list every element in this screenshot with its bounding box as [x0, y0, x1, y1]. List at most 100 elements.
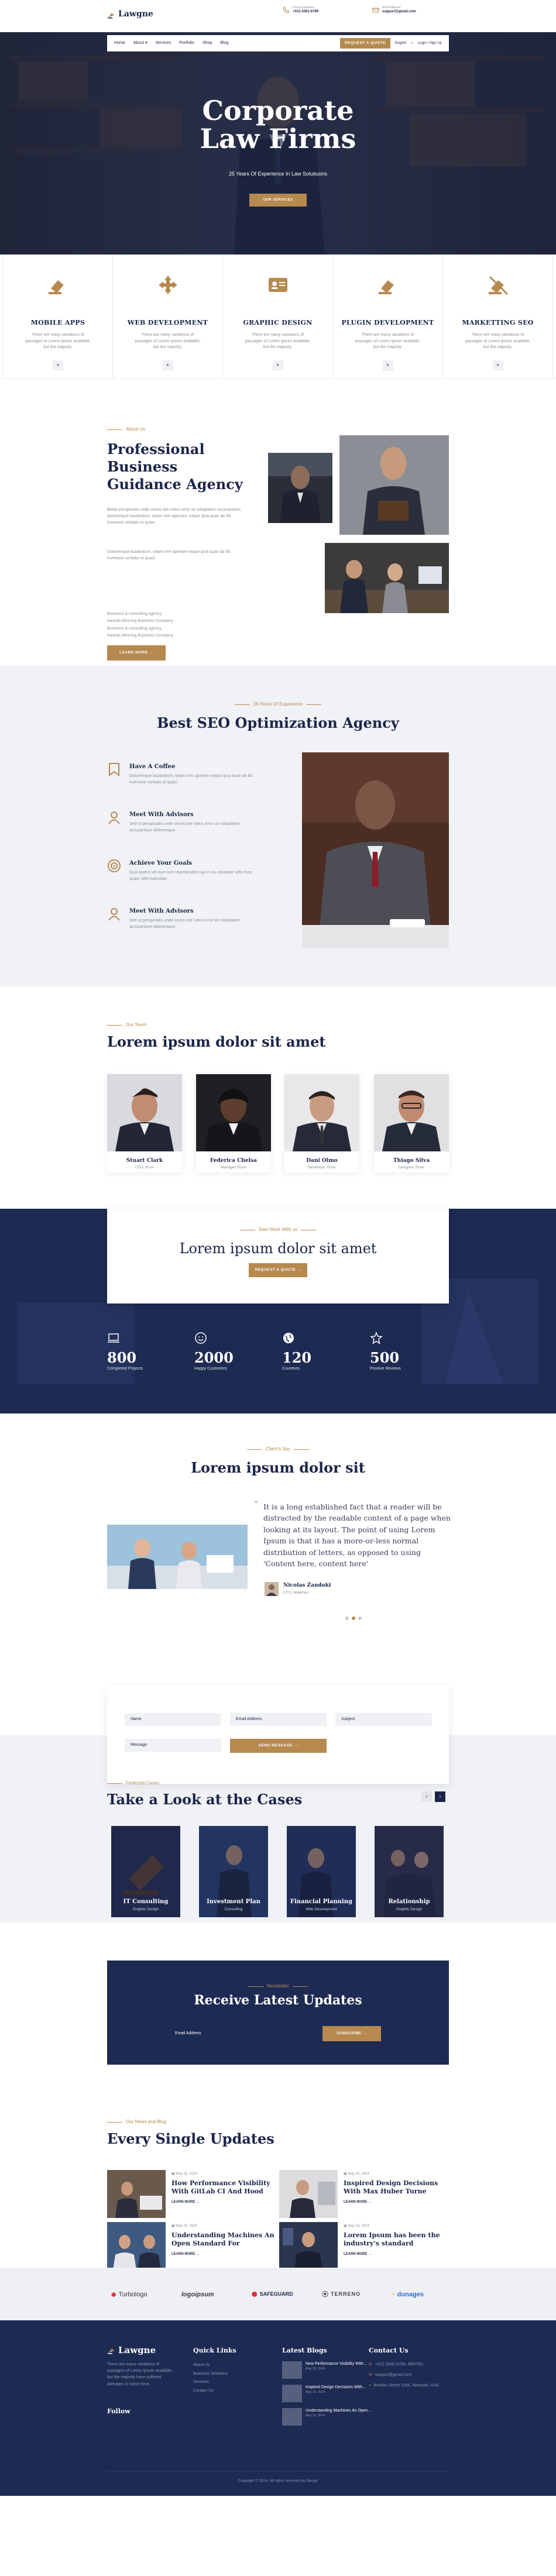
hero-title: Corporate Law Firms	[0, 97, 556, 153]
stat-item: 2000 Happy Customers	[194, 1332, 276, 1373]
team-member-card[interactable]: Federica Chelsa Manager, Rizer	[196, 1074, 271, 1172]
service-text: There are many variations of passages of…	[25, 333, 91, 349]
cta-quote-button[interactable]: REQUEST A QUOTE →	[249, 1263, 307, 1277]
site-logo[interactable]: Lawgne	[107, 8, 153, 20]
plus-icon[interactable]: +	[53, 360, 63, 371]
footer-link[interactable]: About Us	[193, 2361, 228, 2370]
our-services-button[interactable]: OUR SERVICES	[249, 194, 307, 207]
post-title[interactable]: How Performance Visibility With GitLab C…	[171, 2179, 277, 2196]
contact-phone-text[interactable]: +012 (345) 6789, 4587951	[375, 2361, 424, 2368]
subject-input[interactable]: Subject	[335, 1713, 432, 1726]
partner-name: TERRENO	[331, 2291, 361, 2298]
login-link[interactable]: Login / Sign Up	[418, 41, 442, 46]
site-footer: Lawgne There are many variations of pass…	[0, 2320, 556, 2496]
cases-eyebrow-text: Featured Cases	[126, 1780, 159, 1786]
feature-text: Doloremque laudantium, totam rem aperiam…	[129, 774, 253, 785]
case-subtitle: Consulting	[224, 1907, 243, 1912]
nav-item-services[interactable]: Services	[155, 40, 171, 47]
case-card[interactable]: Financial Planning Web Development	[287, 1826, 356, 1917]
member-role: Designer, Rizer	[398, 1165, 425, 1170]
team-member-card[interactable]: Stuart Clark CEO, Rizer	[107, 1074, 182, 1172]
feature-item: Meet With Advisors Sed ut perspiciatis un…	[107, 810, 259, 834]
case-card[interactable]: IT Consulting Graphic Design	[111, 1826, 180, 1917]
case-card[interactable]: Investment Plan Consulting	[199, 1826, 268, 1917]
service-card[interactable]: GRAPHIC DESIGN There are many variations…	[223, 254, 333, 379]
service-card[interactable]: WEB DEVELOPMENT There are many variation…	[113, 254, 223, 379]
email-input[interactable]: Email Address	[230, 1713, 327, 1726]
name-input[interactable]: Name	[125, 1713, 221, 1726]
member-role: CEO, Rizer	[135, 1165, 155, 1170]
search-icon[interactable]: ⌕	[411, 41, 413, 46]
nav-item-about[interactable]: About ▾	[133, 40, 147, 47]
location-icon: ⌖	[369, 2383, 371, 2388]
nav-item-blog[interactable]: Blog	[220, 40, 228, 47]
contact-email-text[interactable]: support@gmail.com	[375, 2372, 411, 2379]
blog-post[interactable]: ▣ May 15, 2024 Inspired Design Decisions…	[279, 2170, 449, 2218]
newsletter-email-input[interactable]: Email Address	[171, 2026, 321, 2041]
team-member-card[interactable]: Thiago Silva Designer, Rizer	[374, 1074, 449, 1172]
partner-logo[interactable]: ◔ dunages	[391, 2289, 424, 2300]
blog-eyebrow-text: Our News and Blog	[126, 2119, 167, 2124]
message-input[interactable]: Message	[125, 1739, 221, 1752]
plus-icon[interactable]: +	[382, 360, 393, 371]
footer-blog-post[interactable]: New Performance Visibility With... May 15…	[282, 2361, 367, 2379]
send-message-button[interactable]: SEND MESSAGE →	[230, 1739, 327, 1753]
nav-item-shop[interactable]: Shop	[203, 40, 212, 47]
learn-more-link[interactable]: Learn More →	[171, 2252, 277, 2257]
learn-more-link[interactable]: Learn More →	[344, 2252, 449, 2257]
blog-post[interactable]: ▣ May 15, 2024 Lorem Ipsum has been the …	[279, 2222, 449, 2270]
case-card[interactable]: Relationship Graphic Design	[375, 1826, 444, 1917]
partner-logo[interactable]: ⦿ TERRENO	[322, 2289, 361, 2300]
footer-link[interactable]: Contact Us	[193, 2387, 228, 2396]
learn-more-link[interactable]: Learn More →	[171, 2200, 277, 2205]
chevron-left-icon[interactable]: ‹	[421, 1791, 432, 1802]
blog-post[interactable]: ▣ May 15, 2024 How Performance Visibilit…	[107, 2170, 277, 2218]
cta-card: Start Work With us Lorem ipsum dolor sit…	[107, 1209, 449, 1304]
nav-about-label: About	[133, 40, 144, 45]
about-paragraph-2: Doloremque laudantium, totam rem aperiam…	[107, 550, 231, 561]
request-quote-button[interactable]: REQUEST A QUOTE	[340, 38, 390, 49]
user-icon	[108, 811, 120, 824]
footer-blog-post[interactable]: Understanding Machines An Open... May 15,…	[282, 2408, 371, 2426]
partner-logo[interactable]: logoipsum	[181, 2289, 214, 2300]
nav-item-home[interactable]: Home	[114, 40, 125, 47]
email-address[interactable]: support@gmail.com	[382, 10, 416, 14]
footer-blog-post[interactable]: Inspired Design Decisions With... May 15,…	[282, 2385, 366, 2402]
stat-value: 2000	[194, 1349, 234, 1366]
plus-icon[interactable]: +	[492, 360, 503, 371]
carousel-dot[interactable]	[345, 1617, 349, 1620]
plus-icon[interactable]: +	[272, 360, 283, 371]
case-title: Investment Plan	[207, 1899, 260, 1905]
service-card[interactable]: PLUGIN DEVELOPMENT There are many variat…	[333, 254, 443, 379]
blog-post[interactable]: ▣ May 15, 2024 Understanding Machines An…	[107, 2222, 277, 2270]
member-role: Manager, Rizer	[220, 1165, 247, 1170]
team-member-card[interactable]: Dani Olmo Developer, Rizer	[284, 1074, 359, 1172]
phone-icon: ✆	[369, 2362, 372, 2367]
list-item: Awards Winning Business Company	[107, 633, 173, 638]
testimonial-photo	[107, 1525, 248, 1589]
nav-item-portfolio[interactable]: Portfolio	[179, 40, 194, 47]
carousel-dot-active[interactable]	[352, 1617, 355, 1620]
language-select[interactable]: English	[395, 41, 407, 46]
feature-title: Meet With Advisors	[129, 811, 194, 818]
post-title[interactable]: Understanding Machines An Open Standard …	[171, 2231, 277, 2248]
service-card[interactable]: MOBILE APPS There are many variations of…	[3, 254, 113, 379]
member-name: Federica Chelsa	[210, 1157, 257, 1164]
plus-icon[interactable]: +	[162, 360, 173, 371]
post-title[interactable]: Lorem Ipsum has been the industry's stan…	[344, 2231, 449, 2248]
learn-more-link[interactable]: Learn More →	[344, 2200, 449, 2205]
carousel-dot[interactable]	[358, 1617, 362, 1620]
service-card[interactable]: MARKETTING SEO There are many variations…	[443, 254, 553, 379]
post-title[interactable]: Inspired Design Decisions With Max Huber…	[344, 2179, 449, 2196]
partner-logo[interactable]: ◆ Turbologo	[111, 2289, 147, 2300]
subscribe-button[interactable]: SUBSCRIBE →	[322, 2026, 381, 2041]
phone-number[interactable]: +012-3451-6789	[293, 10, 318, 14]
blog-eyebrow: Our News and Blog	[107, 2118, 166, 2126]
footer-link[interactable]: Services	[193, 2378, 228, 2387]
partner-logo[interactable]: ⬢ SAFEGUARD	[252, 2289, 293, 2300]
footer-link[interactable]: Business Solutions	[193, 2370, 228, 2379]
footer-logo[interactable]: Lawgne	[107, 2344, 156, 2357]
learn-more-button[interactable]: LEARN MORE →	[107, 645, 166, 661]
header-email: Mail Address support@gmail.com	[372, 6, 416, 14]
chevron-right-icon[interactable]: ›	[435, 1791, 445, 1802]
